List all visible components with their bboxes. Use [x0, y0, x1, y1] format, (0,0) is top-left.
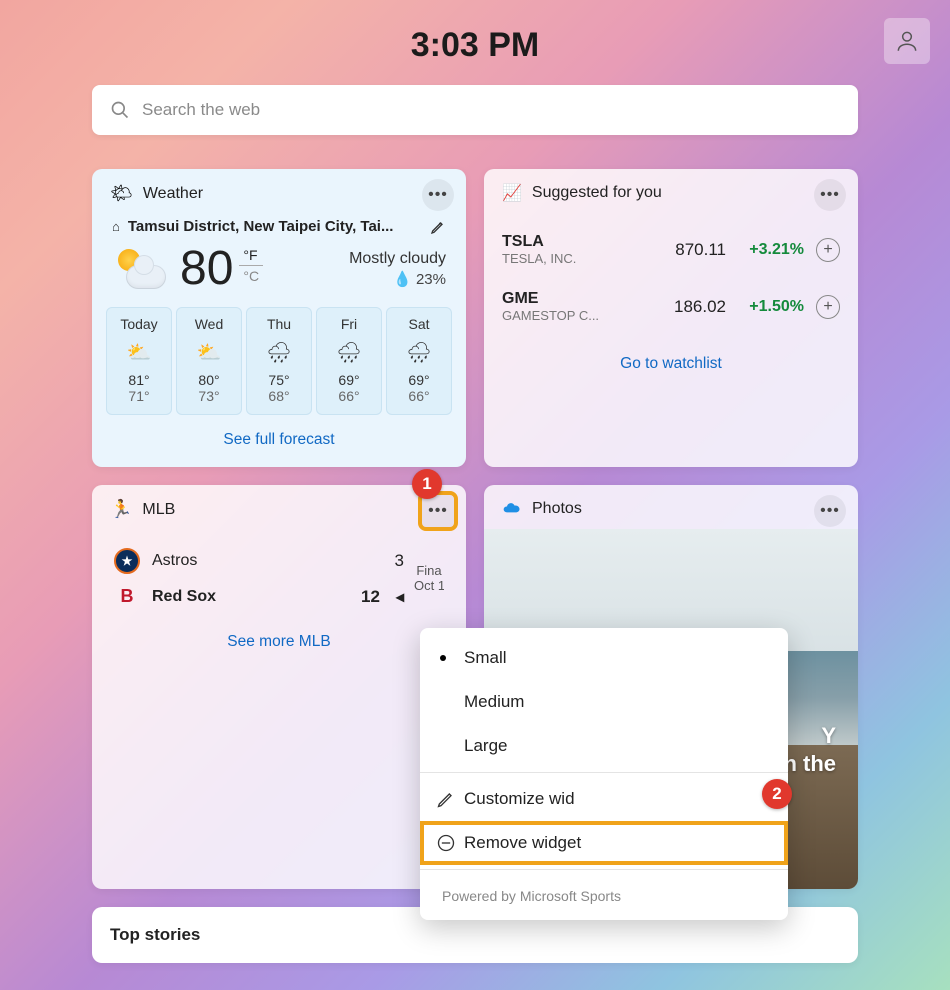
menu-remove-widget[interactable]: Remove widget — [420, 821, 788, 865]
photos-title: Photos — [532, 500, 582, 518]
weather-condition: Mostly cloudy — [349, 250, 446, 268]
top-stories-title: Top stories — [110, 925, 200, 944]
weather-forecast-link[interactable]: See full forecast — [92, 415, 466, 467]
stock-symbol: GME — [502, 290, 650, 308]
callout-badge-2: 2 — [762, 779, 792, 809]
stock-change: +3.21% — [738, 241, 804, 259]
astros-logo-icon: ★ — [114, 548, 140, 574]
mlb-more-link[interactable]: See more MLB — [92, 617, 466, 669]
forecast-row: Today⛅81°71° Wed⛅80°73° Thu🌧75°68° Fri🌧6… — [92, 307, 466, 415]
stock-change: +1.50% — [738, 298, 804, 316]
clock: 3:03 PM — [0, 0, 950, 65]
user-icon — [894, 28, 920, 54]
photo-caption-line: Y — [821, 723, 836, 748]
forecast-day[interactable]: Today⛅81°71° — [106, 307, 172, 415]
onedrive-icon — [502, 499, 522, 519]
stocks-card: 📈 Suggested for you ••• TSLATESLA, INC. … — [484, 169, 858, 467]
stock-row[interactable]: TSLATESLA, INC. 870.11 +3.21% + — [502, 221, 840, 278]
stocks-more-button[interactable]: ••• — [814, 179, 846, 211]
remove-icon — [436, 833, 456, 853]
mlb-game[interactable]: ★ Astros 3 B Red Sox 12 ◂ Fina Oct 1 — [92, 530, 466, 617]
game-date: Oct 1 — [414, 578, 444, 593]
winner-caret-icon: ◂ — [396, 587, 404, 607]
mlb-title: MLB — [142, 501, 175, 519]
stocks-title: Suggested for you — [532, 184, 662, 202]
forecast-day[interactable]: Sat🌧69°66° — [386, 307, 452, 415]
widget-context-menu: Small Medium Large Customize wid 2 Remov… — [420, 628, 788, 920]
weather-title: Weather — [143, 185, 203, 203]
forecast-day[interactable]: Thu🌧75°68° — [246, 307, 312, 415]
search-bar[interactable] — [92, 85, 858, 135]
weather-card: 🌤 Weather ••• ⌂ Tamsui District, New Tai… — [92, 169, 466, 467]
photo-caption-line: n the — [783, 751, 836, 776]
weather-humidity: 23% — [416, 271, 446, 288]
droplet-icon: 💧 — [393, 271, 412, 288]
forecast-day[interactable]: Fri🌧69°66° — [316, 307, 382, 415]
stock-price: 870.11 — [662, 240, 726, 260]
redsox-logo-icon: B — [114, 586, 140, 607]
game-status: Fina — [414, 563, 444, 578]
edit-icon[interactable] — [430, 219, 446, 235]
menu-size-medium[interactable]: Medium — [420, 680, 788, 724]
photos-more-button[interactable]: ••• — [814, 495, 846, 527]
add-stock-button[interactable]: + — [816, 238, 840, 262]
sports-icon: 🏃 — [110, 499, 132, 520]
stock-company: TESLA, INC. — [502, 251, 622, 266]
mlb-more-button[interactable]: ••• — [422, 495, 454, 527]
stock-price: 186.02 — [662, 297, 726, 317]
weather-temp: 80 — [180, 245, 233, 293]
unit-celsius[interactable]: °C — [239, 266, 263, 286]
mlb-card: 1 🏃 MLB ••• ★ Astros 3 B Red Sox 12 ◂ — [92, 485, 466, 889]
away-team: Astros — [152, 552, 197, 570]
home-team: Red Sox — [152, 588, 216, 606]
avatar[interactable] — [884, 18, 930, 64]
add-stock-button[interactable]: + — [816, 295, 840, 319]
home-icon: ⌂ — [112, 219, 120, 234]
stocks-watchlist-link[interactable]: Go to watchlist — [484, 339, 858, 391]
menu-separator — [420, 869, 788, 870]
weather-icon: 🌤 — [110, 183, 133, 204]
forecast-day[interactable]: Wed⛅80°73° — [176, 307, 242, 415]
home-score: 12 — [352, 587, 380, 607]
stock-row[interactable]: GMEGAMESTOP C... 186.02 +1.50% + — [502, 278, 840, 335]
menu-customize-widget[interactable]: Customize wid 2 — [420, 777, 788, 821]
search-input[interactable] — [142, 100, 840, 120]
unit-fahrenheit[interactable]: °F — [239, 245, 263, 266]
menu-separator — [420, 772, 788, 773]
weather-location[interactable]: Tamsui District, New Taipei City, Tai... — [128, 218, 422, 235]
trending-up-icon: 📈 — [502, 183, 522, 203]
menu-size-large[interactable]: Large — [420, 724, 788, 768]
search-icon — [110, 100, 130, 120]
pencil-icon — [436, 789, 456, 809]
stock-company: GAMESTOP C... — [502, 308, 622, 323]
weather-more-button[interactable]: ••• — [422, 179, 454, 211]
away-score: 3 — [376, 551, 404, 571]
stock-symbol: TSLA — [502, 233, 650, 251]
menu-size-small[interactable]: Small — [420, 636, 788, 680]
weather-condition-icon — [112, 247, 168, 291]
callout-badge-1: 1 — [412, 469, 442, 499]
menu-footer: Powered by Microsoft Sports — [420, 874, 788, 920]
